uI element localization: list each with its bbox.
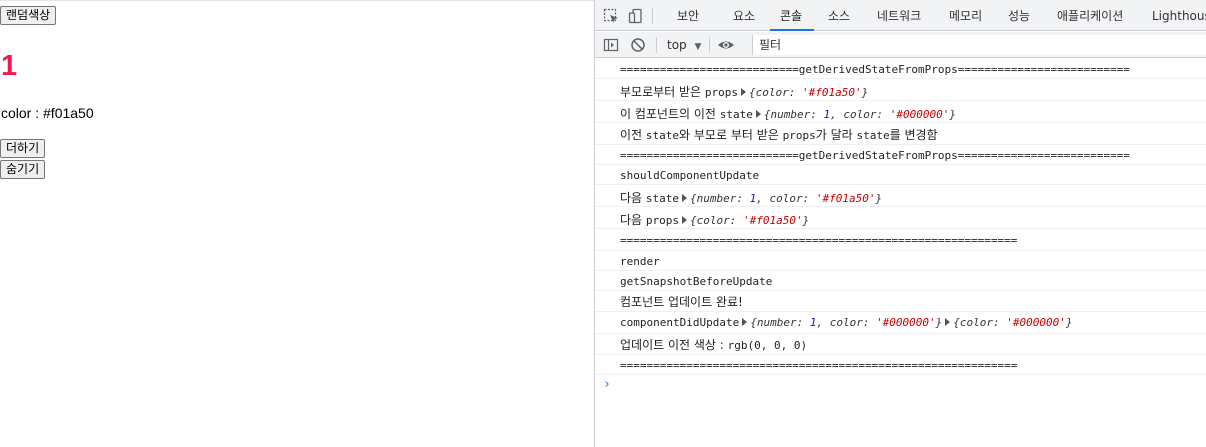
expand-triangle-icon[interactable] xyxy=(945,318,951,326)
device-toolbar-icon[interactable] xyxy=(626,6,646,26)
console-toolbar: top ▼ xyxy=(595,32,1206,58)
console-output: ===========================getDerivedSta… xyxy=(595,59,1206,447)
page-viewport: 랜덤색상 1 color : #f01a50 더하기 숨기기 xyxy=(0,0,595,447)
tab-performance[interactable]: 성능 xyxy=(1008,0,1030,31)
tab-network[interactable]: 네트워크 xyxy=(877,0,921,31)
log-line: ========================================… xyxy=(595,355,1206,375)
log-line: 업데이트 이전 색상 : rgb(0, 0, 0) xyxy=(595,334,1206,355)
tab-separator xyxy=(652,8,653,24)
expand-triangle-icon[interactable] xyxy=(755,110,761,118)
log-line: 다음 state {number: 1, color: '#f01a50'} xyxy=(595,185,1206,207)
toolbar-separator xyxy=(656,37,657,53)
add-button[interactable]: 더하기 xyxy=(0,139,46,158)
tab-memory[interactable]: 메모리 xyxy=(949,0,982,31)
color-text: color : #f01a50 xyxy=(1,105,94,121)
log-line: ===========================getDerivedSta… xyxy=(595,145,1206,165)
sidebar-toggle-icon[interactable] xyxy=(601,35,621,55)
log-line: ===========================getDerivedSta… xyxy=(595,59,1206,79)
log-line: 이전 state와 부모로 부터 받은 props가 달라 state를 변경함 xyxy=(595,123,1206,145)
number-display: 1 xyxy=(1,50,18,82)
tab-lighthouse[interactable]: Lighthouse xyxy=(1152,0,1206,31)
log-line: componentDidUpdate {number: 1, color: '#0… xyxy=(595,312,1206,334)
expand-triangle-icon[interactable] xyxy=(682,216,688,224)
log-line: getSnapshotBeforeUpdate xyxy=(595,271,1206,291)
tab-console[interactable]: 콘솔 xyxy=(770,0,815,31)
chevron-down-icon: ▼ xyxy=(694,42,702,52)
log-line: 다음 props {color: '#f01a50'} xyxy=(595,207,1206,229)
tab-elements[interactable]: 요소 xyxy=(733,0,755,31)
expand-triangle-icon[interactable] xyxy=(742,318,748,326)
inspect-element-icon[interactable] xyxy=(601,6,621,26)
clear-console-icon[interactable] xyxy=(628,35,648,55)
log-line: 부모로부터 받은 props {color: '#f01a50'} xyxy=(595,79,1206,101)
devtools-panel: 보안 요소 콘솔 소스 네트워크 메모리 성능 애플리케이션 Lighthous… xyxy=(594,0,1206,447)
live-expression-eye-icon[interactable] xyxy=(716,35,736,55)
log-line: ========================================… xyxy=(595,229,1206,251)
tab-application[interactable]: 애플리케이션 xyxy=(1057,0,1123,31)
context-select[interactable]: top ▼ xyxy=(667,32,701,58)
log-line: shouldComponentUpdate xyxy=(595,165,1206,185)
log-line: 컴포넌트 업데이트 완료! xyxy=(595,291,1206,312)
log-line: 이 컴포넌트의 이전 state {number: 1, color: '#000… xyxy=(595,101,1206,123)
tab-security[interactable]: 보안 xyxy=(677,0,699,31)
random-color-button[interactable]: 랜덤색상 xyxy=(0,6,57,25)
console-prompt[interactable]: › xyxy=(603,377,611,392)
context-label: top xyxy=(667,38,687,52)
tab-sources[interactable]: 소스 xyxy=(828,0,850,31)
filter-input[interactable] xyxy=(752,35,1206,55)
expand-triangle-icon[interactable] xyxy=(682,194,688,202)
hide-button[interactable]: 숨기기 xyxy=(0,160,46,179)
expand-triangle-icon[interactable] xyxy=(741,88,747,96)
toolbar-separator xyxy=(709,37,710,53)
devtools-tab-bar: 보안 요소 콘솔 소스 네트워크 메모리 성능 애플리케이션 Lighthous… xyxy=(595,0,1206,31)
log-line: render xyxy=(595,251,1206,271)
